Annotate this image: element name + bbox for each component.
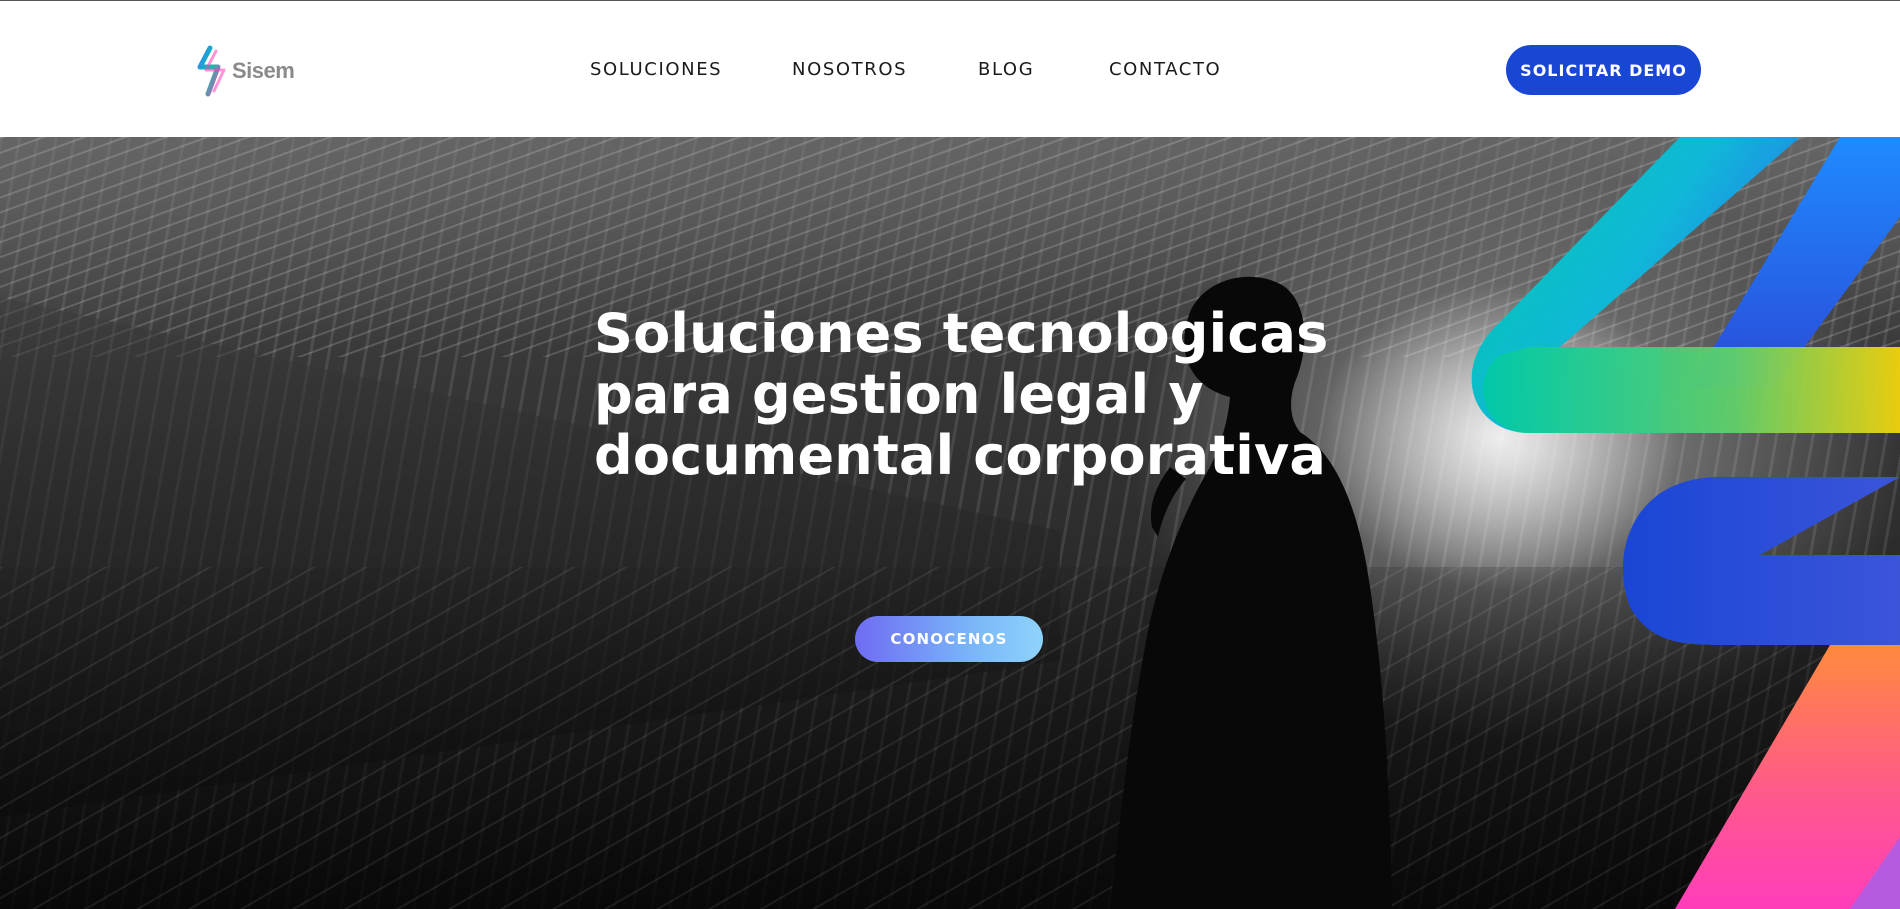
logo[interactable]: Sisem bbox=[196, 45, 295, 97]
hero-section: Soluciones tecnologicas para gestion leg… bbox=[0, 137, 1900, 909]
hero-title-line: Soluciones tecnologicas bbox=[594, 302, 1329, 365]
sisem-bolt-logo-icon bbox=[197, 45, 226, 97]
conocenos-button[interactable]: CONOCENOS bbox=[855, 616, 1043, 662]
nav-item-nosotros[interactable]: NOSOTROS bbox=[792, 59, 907, 80]
nav-item-soluciones[interactable]: SOLUCIONES bbox=[590, 59, 722, 80]
request-demo-button[interactable]: SOLICITAR DEMO bbox=[1506, 45, 1701, 95]
hero-title: Soluciones tecnologicas para gestion leg… bbox=[594, 303, 1374, 486]
logo-text: Sisem bbox=[232, 58, 295, 83]
site-header: Sisem SOLUCIONES NOSOTROS BLOG CONTACTO … bbox=[0, 1, 1900, 137]
nav-item-blog[interactable]: BLOG bbox=[978, 59, 1034, 80]
brand-bolt-graphic bbox=[1471, 137, 1900, 909]
nav-item-contacto[interactable]: CONTACTO bbox=[1109, 59, 1221, 80]
hero-title-line: documental corporativa bbox=[594, 424, 1327, 487]
hero-title-line: para gestion legal y bbox=[594, 363, 1204, 426]
